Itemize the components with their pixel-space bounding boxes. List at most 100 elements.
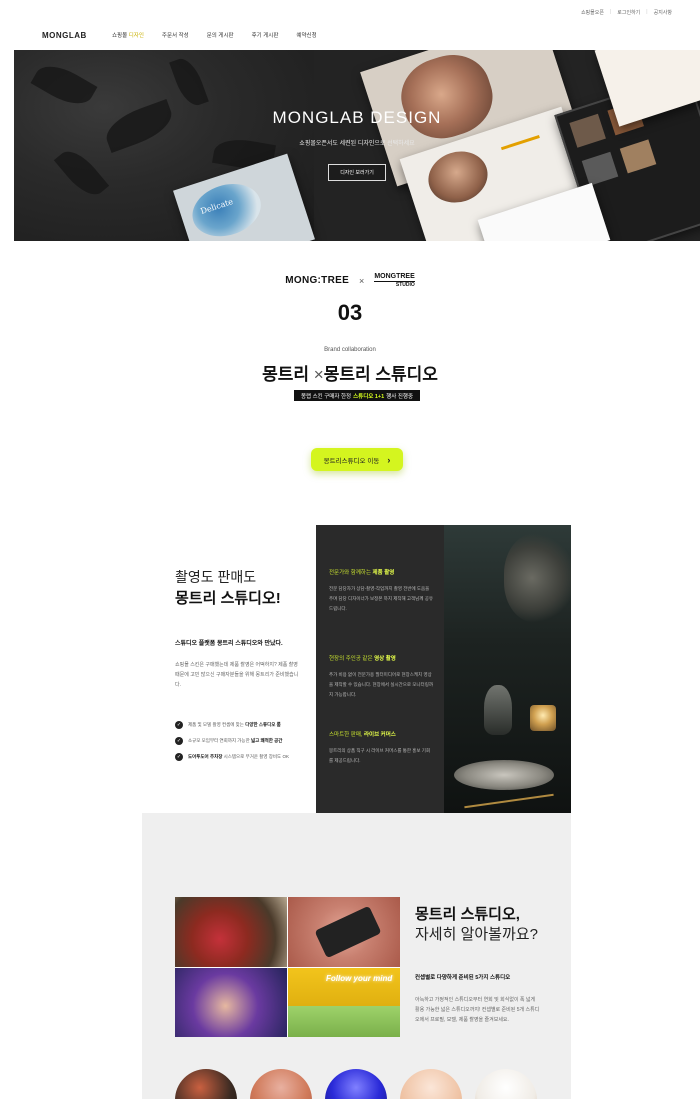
feature-description: 전문 담당자가 상담-촬영-작업까지 촬영 전반에 도움을 주며 담당 디자이너… [329, 586, 433, 611]
button-label: 몽트리스튜디오 이동 [323, 457, 380, 465]
studio-photo: Follow your mind [288, 967, 400, 1037]
studio-photo [175, 967, 287, 1037]
studio-photo [175, 897, 287, 967]
section3-title-line1: 몽트리 스튜디오, [415, 906, 520, 923]
nav-item-label: 쇼핑몰 [112, 33, 129, 39]
studio-photo-collage: Follow your mind [175, 897, 400, 1037]
neon-sign-text: Follow your mind [326, 973, 393, 983]
feature-heading-highlight: 영상 촬영 [374, 656, 396, 662]
candle-shape [530, 705, 556, 731]
collab-caption: Brand collaboration [324, 347, 376, 353]
times-icon: × [359, 275, 365, 286]
check-text-bold: 도어투도어 주차장 [188, 754, 223, 759]
check-text: 제품 및 모델 촬영 컨셉에 맞는 다양한 스튜디오 룸 [188, 722, 281, 728]
view-design-button[interactable]: 디자인 보러가기 [328, 164, 386, 181]
feature-heading: 스마트한 판매, 라이브 커머스 [329, 730, 434, 738]
util-link-open[interactable]: 쇼핑몰오픈 [581, 9, 604, 16]
check-text: 도어투도어 주차장 시스템으로 무거운 촬영 장비도 OK [188, 754, 289, 760]
promo-text: 몽랩 스킨 구매자 한정 [300, 393, 352, 400]
collab-logos: MONG:TREE × MONGTREE STUDIO [0, 273, 700, 288]
chevron-right-icon: › [387, 454, 391, 465]
main-nav: 쇼핑몰 디자인 주문서 작성 문의 게시판 후기 게시판 예약신청 [112, 31, 317, 39]
check-text-part: 시스템으로 무거운 촬영 장비도 OK [222, 754, 289, 759]
util-link-notice[interactable]: 공지사항 [654, 9, 672, 16]
logo-text: STUDIO [395, 282, 415, 288]
feature-heading-highlight: 라이브 커머스 [363, 732, 396, 738]
studio-circle-thumbnail[interactable] [175, 1069, 237, 1099]
studio-photo [288, 897, 400, 967]
section2-title-line1: 촬영도 판매도 [175, 569, 257, 585]
glass-shape [484, 685, 512, 735]
promo-text: 행사 진행중 [386, 393, 414, 400]
mockup-image [185, 175, 268, 241]
logo-text: MONGTREE [374, 273, 415, 282]
section2-title-line2: 몽트리 스튜디오! [175, 590, 281, 607]
section2-description: 쇼핑몰 스킨은 구매했는데 제품 촬영은 어떡하지? 제품 촬영 때문에 고민 … [175, 662, 299, 688]
promo-badge: 몽랩 스킨 구매자 한정 스튜디오 1+1 행사 진행중 [294, 390, 420, 401]
checklist-item: ✓ 도어투도어 주차장 시스템으로 무거운 촬영 장비도 OK [175, 753, 289, 761]
section3-title-line2: 자세히 알아볼까요? [415, 926, 538, 943]
promo-highlight: 스튜디오 1+1 [353, 393, 385, 400]
mockup-image [421, 143, 495, 211]
collab-number: 03 [337, 300, 363, 325]
site-logo[interactable]: MONGLAB [42, 31, 87, 40]
util-link-login[interactable]: 로그인하기 [617, 9, 640, 16]
checklist-item: ✓ 소규모 모임부터 연회까지 가능한 넓고 쾌적한 공간 [175, 737, 289, 745]
feature-item: 스마트한 판매, 라이브 커머스 몽트리의 상품 직구 시 라이브 커머스를 통… [329, 730, 434, 766]
feature-description: 몽트리의 상품 직구 시 라이브 커머스를 통한 홍보 기회를 제공드립니다. [329, 748, 431, 763]
section3-description: 아늑하고 가정적인 스튜디오부터 연회 및 회식없이 폭 넓게 활용 가능한 넓… [415, 997, 540, 1023]
nav-item-inquiry[interactable]: 문의 게시판 [207, 31, 234, 39]
mockup-tile [581, 151, 619, 186]
studio-table-photo [444, 525, 571, 813]
checklist-item: ✓ 제품 및 모델 촬영 컨셉에 맞는 다양한 스튜디오 룸 [175, 721, 289, 729]
nav-item-shop-design[interactable]: 쇼핑몰 디자인 [112, 31, 144, 39]
feature-heading-pre: 전문가와 함께하는 [329, 570, 373, 576]
mongtree-studio-logo: MONGTREE STUDIO [374, 273, 415, 288]
nav-item-highlight: 디자인 [128, 33, 144, 39]
util-sep: | [609, 9, 612, 15]
section3-subtitle: 컨셉별로 다양하게 준비된 5가지 스튜디오 [415, 975, 511, 981]
title-part: 몽트리 스튜디오 [323, 365, 438, 384]
nav-item-reservation[interactable]: 예약신청 [296, 31, 316, 39]
plant-shape [504, 533, 571, 623]
studio-circle-thumbnail[interactable] [400, 1069, 462, 1099]
site-header: MONGLAB 쇼핑몰 디자인 주문서 작성 문의 게시판 후기 게시판 예약신… [0, 28, 700, 42]
feature-item: 전문가와 함께하는 제품 촬영 전문 담당자가 상담-촬영-작업까지 촬영 전반… [329, 568, 434, 614]
collab-title: 몽트리 ×몽트리 스튜디오 [0, 360, 700, 385]
hero-title: MONGLAB DESIGN [272, 108, 442, 127]
check-text-bold: 다양한 스튜디오 룸 [245, 722, 281, 727]
feature-heading: 현장의 주인공 같은 영상 촬영 [329, 654, 434, 662]
check-icon: ✓ [175, 721, 183, 729]
title-part: 몽트리 [262, 365, 314, 384]
section2-subtitle: 스튜디오 플랫폼 몽트리 스튜디오와 만났다. [175, 641, 283, 647]
studio-circle-thumbnail[interactable] [475, 1069, 537, 1099]
check-icon: ✓ [175, 753, 183, 761]
feature-item: 현장의 주인공 같은 영상 촬영 추가 비용 없이 전문가용 필터미디어로 현장… [329, 654, 434, 700]
check-text-part: 소규모 모임부터 연회까지 가능한 [188, 738, 251, 743]
plate-shape [454, 760, 554, 790]
hero-subtitle: 쇼핑몰오픈서도 세련된 디자인으로 선택하세요 [299, 141, 415, 147]
feature-description: 추가 비용 없이 전문가용 필터미디어로 현장스케치 영상을 제작할 수 있습니… [329, 672, 433, 697]
title-times: × [313, 365, 324, 384]
feature-panel: 전문가와 함께하는 제품 촬영 전문 담당자가 상담-촬영-작업까지 촬영 전반… [316, 525, 444, 813]
nav-item-order-form[interactable]: 주문서 작성 [162, 31, 189, 39]
check-icon: ✓ [175, 737, 183, 745]
feature-checklist: ✓ 제품 및 모델 촬영 컨셉에 맞는 다양한 스튜디오 룸 ✓ 소규모 모임부… [175, 721, 289, 761]
check-text-part: 제품 및 모델 촬영 컨셉에 맞는 [188, 722, 246, 727]
nav-item-reviews[interactable]: 후기 게시판 [252, 31, 279, 39]
utility-links: 쇼핑몰오픈 | 로그인하기 | 공지사항 [581, 9, 672, 16]
studio-circle-thumbnail[interactable] [250, 1069, 312, 1099]
feature-heading-pre: 현장의 주인공 같은 [329, 656, 375, 662]
feature-heading-highlight: 제품 촬영 [372, 570, 395, 576]
feature-heading-pre: 스마트한 판매, [329, 732, 364, 738]
go-mongtree-studio-button[interactable]: 몽트리스튜디오 이동 › [311, 448, 403, 471]
mongtree-logo: MONG:TREE [285, 275, 350, 286]
cutlery-shape [464, 793, 554, 809]
check-text-bold: 넓고 쾌적한 공간 [250, 738, 283, 743]
hero-banner: Delicate MONGLAB DESIGN 쇼핑몰오픈서도 세련된 디자인으… [14, 50, 700, 241]
feature-heading: 전문가와 함께하는 제품 촬영 [329, 568, 434, 576]
util-sep: | [646, 9, 648, 15]
studio-circle-thumbnail[interactable] [325, 1069, 387, 1099]
studio-circle-list [175, 1069, 537, 1099]
check-text: 소규모 모임부터 연회까지 가능한 넓고 쾌적한 공간 [188, 738, 282, 744]
